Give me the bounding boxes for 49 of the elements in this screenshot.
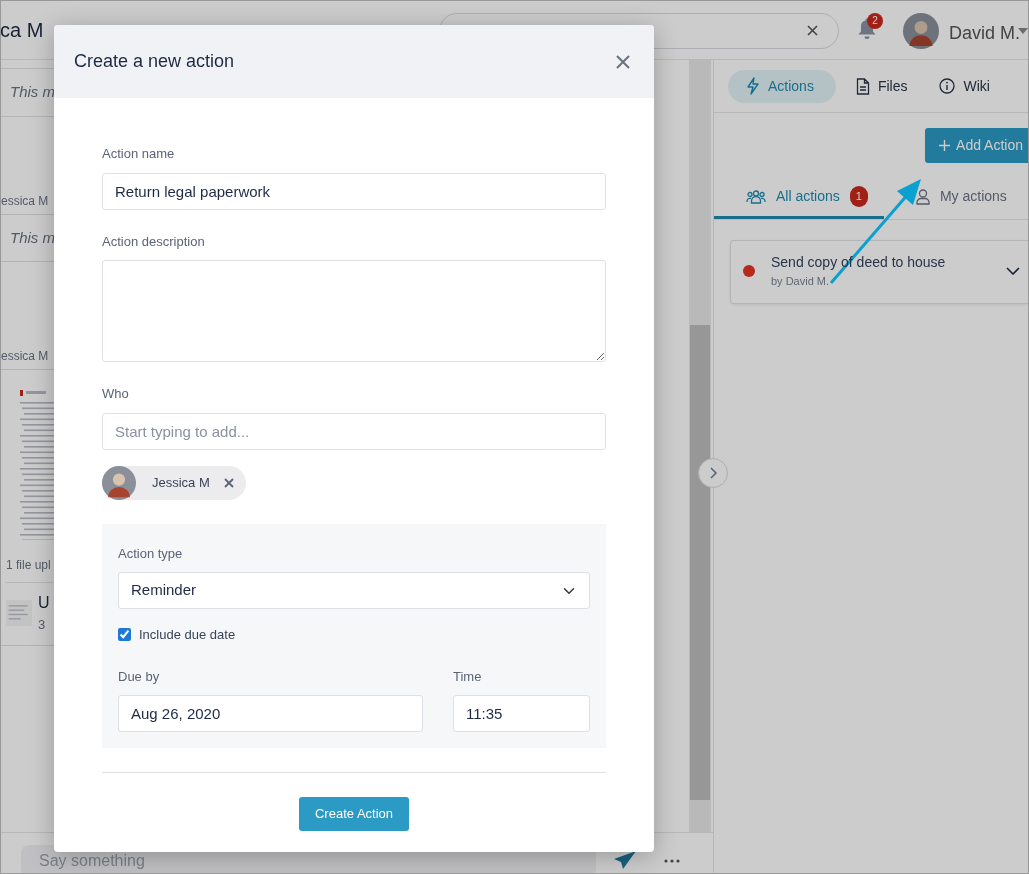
name-input[interactable]: Return legal paperwork [102, 172, 606, 210]
field-label: Due by [118, 667, 161, 686]
chevron-right-icon [709, 467, 717, 479]
info-icon [939, 78, 956, 94]
who-input[interactable]: Start typing to add... [102, 412, 606, 450]
sender-name: essica M [1, 348, 49, 365]
action-author: by David M. [771, 274, 831, 289]
plus-icon [939, 140, 951, 151]
field-label: Who [102, 385, 130, 403]
field-label: Action description [102, 232, 206, 251]
chevron-down-icon[interactable] [1006, 266, 1020, 275]
count-badge: 1 [849, 186, 868, 207]
person-name: Jessica M [152, 473, 210, 492]
time-input[interactable]: 11:35 [453, 695, 590, 732]
caret-icon[interactable] [1018, 28, 1028, 34]
sender-name: essica M [1, 192, 49, 210]
document-icon [855, 77, 870, 95]
conversation-title: ca M [1, 18, 44, 43]
close-icon [223, 477, 234, 488]
user-name[interactable]: David M. [949, 20, 1020, 47]
avatar [102, 465, 136, 500]
field-label: Time [453, 667, 483, 686]
action-type-select[interactable]: Reminder [118, 572, 590, 609]
filter-tab[interactable]: All actions 1 [714, 178, 884, 219]
avatar [903, 13, 939, 49]
dialog-title: Create a new action [74, 50, 235, 73]
panel-tab[interactable]: Wiki [927, 69, 1002, 103]
file-name[interactable]: U [38, 591, 50, 615]
send-icon[interactable] [613, 850, 637, 870]
checkbox-label: Include due date [139, 626, 236, 644]
field-label: Action name [102, 145, 176, 163]
people-icon [746, 189, 766, 204]
description-input[interactable] [102, 260, 606, 362]
date-input[interactable]: Aug 26, 2020 [118, 695, 423, 732]
field-label: Action type [118, 544, 184, 563]
remove-button[interactable] [223, 477, 234, 488]
file-thumbnail-drawing [6, 599, 32, 626]
filter-tab[interactable]: My actions [883, 178, 1023, 219]
scrollbar[interactable] [689, 60, 711, 832]
panel-tab[interactable]: Files [843, 69, 920, 103]
more-icon[interactable] [664, 859, 680, 863]
clear-icon[interactable] [807, 25, 818, 36]
close-icon [616, 55, 630, 70]
file-size: 3 [38, 616, 47, 634]
notification-badge: 2 [867, 13, 883, 29]
lightning-icon [746, 77, 760, 95]
checkbox[interactable] [118, 628, 131, 642]
person-icon [915, 188, 930, 205]
upload-caption: 1 file upl [6, 557, 52, 574]
